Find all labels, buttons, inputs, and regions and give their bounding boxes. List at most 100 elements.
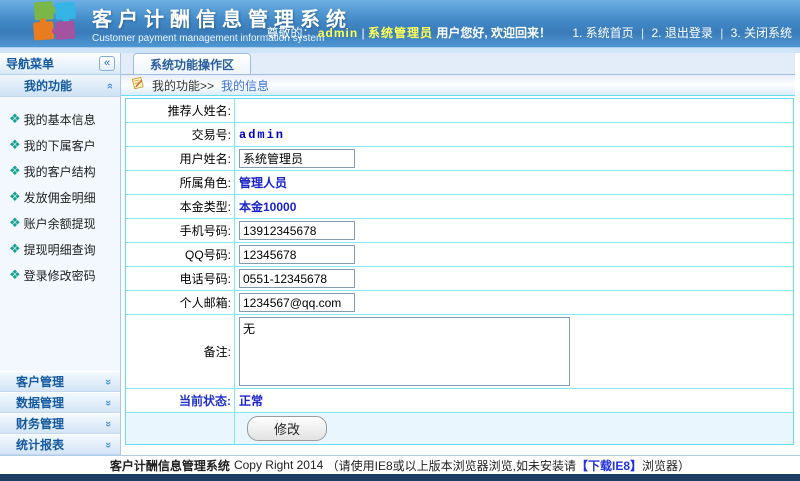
sidebar-item-change-password[interactable]: ❖ 登录修改密码 [9, 262, 120, 288]
section-label: 我的功能 [24, 77, 72, 94]
row-role: 所属角色: 管理人员 [126, 171, 793, 195]
role-value: 管理人员 [239, 174, 287, 191]
chevron-down-icon: » [102, 399, 114, 405]
chevron-down-icon: » [102, 441, 114, 447]
app-header: 客户计酬信息管理系统 Customer payment management i… [0, 0, 800, 47]
modify-button[interactable]: 修改 [247, 416, 327, 441]
row-phone: 电话号码: [126, 267, 793, 291]
footer: 客户计酬信息管理系统 Copy Right 2014 （请使用IE8或以上版本浏… [0, 455, 800, 474]
menu-item-label: 我的下属客户 [24, 137, 96, 154]
sidebar-item-sub-customers[interactable]: ❖ 我的下属客户 [9, 132, 120, 158]
sidebar-item-balance-withdraw[interactable]: ❖ 账户余额提现 [9, 210, 120, 236]
mobile-input[interactable] [239, 221, 355, 240]
sidebar-section-stats-report[interactable]: 统计报表 » [0, 434, 120, 455]
sidebar-section-customer-mgmt[interactable]: 客户管理 » [0, 371, 120, 392]
section-label: 统计报表 [16, 436, 64, 453]
phone-input[interactable] [239, 269, 355, 288]
diamond-icon: ❖ [9, 241, 21, 257]
sidebar-title: 导航菜单 [6, 55, 54, 72]
user-role: 系统管理员 [368, 26, 433, 40]
field-label: 推荐人姓名: [126, 99, 234, 122]
field-value [234, 99, 793, 122]
sidebar-collapse-button[interactable]: « [99, 56, 115, 71]
sidebar-section-finance-mgmt[interactable]: 财务管理 » [0, 413, 120, 434]
chevron-up-icon: » [104, 82, 116, 88]
separator: | [720, 26, 723, 40]
main-content: 系统功能操作区 我的功能>> 我的信息 推荐人姓名: [121, 53, 800, 455]
sidebar-item-withdraw-query[interactable]: ❖ 提现明细查询 [9, 236, 120, 262]
sidebar: 导航菜单 « 我的功能 » ❖ 我的基本信息 ❖ 我的下属客户 ❖ 我的客户结构 [0, 53, 121, 455]
field-label: 交易号: [126, 123, 234, 146]
breadcrumb-page[interactable]: 我的信息 [221, 77, 269, 94]
diamond-icon: ❖ [9, 163, 21, 179]
nav-link-home[interactable]: 1. 系统首页 [572, 26, 633, 40]
field-label: 当前状态: [126, 389, 234, 412]
welcome-text: 用户您好, 欢迎回来！ [436, 26, 551, 40]
my-info-form: 推荐人姓名: 交易号: admin 用户姓名: 所属角色: 管理人员 本金类型: [125, 98, 794, 445]
sidebar-item-commission-detail[interactable]: ❖ 发放佣金明细 [9, 184, 120, 210]
sidebar-item-basic-info[interactable]: ❖ 我的基本信息 [9, 106, 120, 132]
field-label: 手机号码: [126, 219, 234, 242]
row-submit: 修改 [126, 413, 793, 444]
sidebar-item-customer-structure[interactable]: ❖ 我的客户结构 [9, 158, 120, 184]
user-name-input[interactable] [239, 149, 355, 168]
diamond-icon: ❖ [9, 111, 21, 127]
row-remark: 备注: 无 [126, 315, 793, 389]
nav-link-logout[interactable]: 2. 退出登录 [652, 26, 713, 40]
row-trade-no: 交易号: admin [126, 123, 793, 147]
field-label [126, 413, 234, 444]
row-principal-type: 本金类型: 本金10000 [126, 195, 793, 219]
field-label: 个人邮箱: [126, 291, 234, 314]
menu-item-label: 发放佣金明细 [24, 189, 96, 206]
menu-item-label: 我的基本信息 [24, 111, 96, 128]
field-label: QQ号码: [126, 243, 234, 266]
chevron-down-icon: » [102, 420, 114, 426]
status-value: 正常 [239, 392, 263, 409]
sidebar-spacer [0, 288, 120, 371]
header-nav-links: 1. 系统首页 | 2. 退出登录 | 3. 关闭系统 [572, 26, 792, 40]
footer-notice-suffix: 浏览器） [642, 457, 690, 474]
row-user-name: 用户姓名: [126, 147, 793, 171]
field-label: 本金类型: [126, 195, 234, 218]
separator: | [362, 26, 365, 40]
diamond-icon: ❖ [9, 267, 21, 283]
sidebar-section-my-functions[interactable]: 我的功能 » [0, 75, 120, 97]
download-ie8-link[interactable]: 【下载IE8】 [576, 457, 642, 474]
menu-item-label: 登录修改密码 [24, 267, 96, 284]
breadcrumb-section: 我的功能>> [152, 77, 214, 94]
principal-type-value: 本金10000 [239, 198, 296, 215]
footer-notice: （请使用IE8或以上版本浏览器浏览,如未安装请 [327, 457, 576, 474]
diamond-icon: ❖ [9, 137, 21, 153]
row-status: 当前状态: 正常 [126, 389, 793, 413]
puzzle-logo-icon [28, 0, 82, 48]
app-window: 客户计酬信息管理系统 Customer payment management i… [0, 0, 800, 481]
footer-bottom-bar [0, 474, 800, 481]
row-mobile: 手机号码: [126, 219, 793, 243]
trade-no-value: admin [239, 128, 285, 142]
edit-note-icon [130, 76, 145, 94]
username: admin [318, 26, 358, 40]
nav-link-close-system[interactable]: 3. 关闭系统 [731, 26, 792, 40]
footer-copyright: Copy Right 2014 [234, 458, 323, 472]
diamond-icon: ❖ [9, 215, 21, 231]
chevron-down-icon: » [102, 378, 114, 384]
diamond-icon: ❖ [9, 189, 21, 205]
header-user-bar: 尊敬的： admin | 系统管理员 用户您好, 欢迎回来！ 1. 系统首页 |… [266, 24, 792, 41]
tab-bar: 系统功能操作区 [121, 53, 795, 75]
sidebar-menu: ❖ 我的基本信息 ❖ 我的下属客户 ❖ 我的客户结构 ❖ 发放佣金明细 ❖ [0, 97, 120, 288]
row-email: 个人邮箱: [126, 291, 793, 315]
sidebar-section-data-mgmt[interactable]: 数据管理 » [0, 392, 120, 413]
email-input[interactable] [239, 293, 355, 312]
row-qq: QQ号码: [126, 243, 793, 267]
section-label: 财务管理 [16, 415, 64, 432]
greeting-prefix: 尊敬的： [266, 26, 314, 40]
menu-item-label: 我的客户结构 [24, 163, 96, 180]
tab-operation-area[interactable]: 系统功能操作区 [133, 53, 251, 74]
row-referrer-name: 推荐人姓名: [126, 99, 793, 123]
footer-system-name: 客户计酬信息管理系统 [110, 457, 230, 474]
menu-item-label: 账户余额提现 [24, 215, 96, 232]
section-label: 数据管理 [16, 394, 64, 411]
qq-input[interactable] [239, 245, 355, 264]
remark-textarea[interactable]: 无 [239, 317, 570, 386]
field-label: 电话号码: [126, 267, 234, 290]
